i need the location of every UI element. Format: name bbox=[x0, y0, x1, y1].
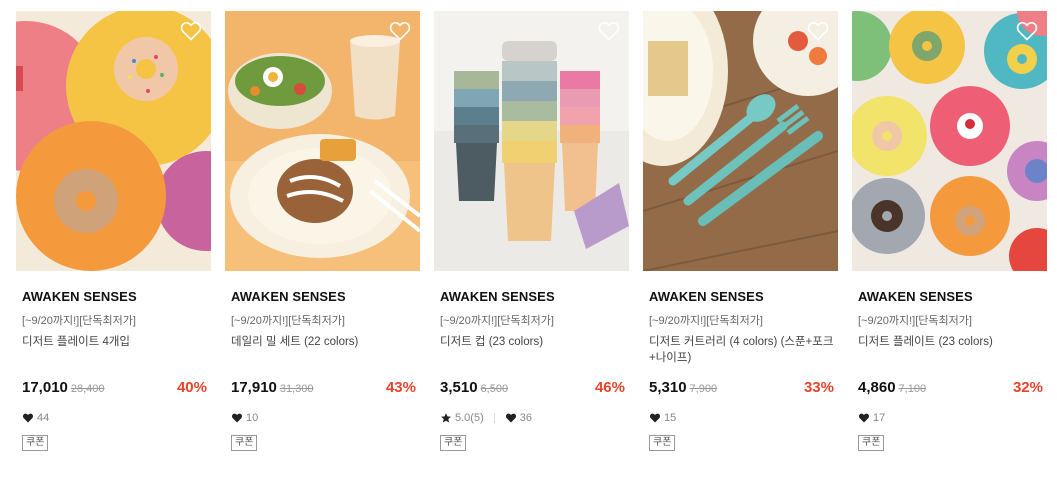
brand-name[interactable]: AWAKEN SENSES bbox=[852, 289, 1047, 305]
price-row: 4,860 7,100 32% bbox=[852, 379, 1047, 399]
like-count: 17 bbox=[873, 412, 886, 424]
product-meta: 15 bbox=[643, 411, 838, 425]
cutlery-image bbox=[643, 11, 838, 271]
product-grid: AWAKEN SENSES [~9/20까지!][단독최저가] 디저트 플레이트… bbox=[16, 11, 1047, 491]
brand-name[interactable]: AWAKEN SENSES bbox=[225, 289, 420, 305]
price-row: 17,910 31,300 43% bbox=[225, 379, 420, 399]
donut-plates-image bbox=[16, 11, 211, 271]
coupon-badge: 쿠폰 bbox=[440, 435, 467, 451]
wishlist-heart-icon[interactable] bbox=[388, 19, 412, 43]
meta-divider bbox=[493, 413, 495, 423]
product-card[interactable]: AWAKEN SENSES [~9/20까지!][단독최저가] 디저트 플레이트… bbox=[16, 11, 211, 481]
coupon-badge: 쿠폰 bbox=[231, 435, 258, 451]
discount-rate: 32% bbox=[1012, 379, 1043, 396]
meal-set-image bbox=[225, 11, 420, 271]
price-row: 5,310 7,900 33% bbox=[643, 379, 838, 399]
heart-filled-icon bbox=[22, 412, 34, 424]
wishlist-heart-icon[interactable] bbox=[1015, 19, 1039, 43]
product-image[interactable] bbox=[643, 11, 838, 271]
heart-filled-icon bbox=[858, 412, 870, 424]
heart-filled-icon bbox=[231, 412, 243, 424]
wishlist-heart-icon[interactable] bbox=[179, 19, 203, 43]
brand-name[interactable]: AWAKEN SENSES bbox=[16, 289, 211, 305]
star-icon bbox=[440, 412, 452, 424]
like-count: 15 bbox=[664, 412, 677, 424]
product-name[interactable]: 디저트 커트러리 (4 colors) (스푼+포크+나이프) bbox=[643, 334, 838, 370]
like-count: 10 bbox=[246, 412, 259, 424]
heart-filled-icon bbox=[649, 412, 661, 424]
product-image[interactable] bbox=[16, 11, 211, 271]
sale-price: 5,310 bbox=[649, 379, 687, 396]
promo-text: [~9/20까지!][단독최저가] bbox=[858, 315, 972, 327]
product-card[interactable]: AWAKEN SENSES [~9/20까지!][단독최저가] 디저트 컵 (2… bbox=[434, 11, 629, 481]
promo-text: [~9/20까지!][단독최저가] bbox=[649, 315, 763, 327]
coupon-badge: 쿠폰 bbox=[649, 435, 676, 451]
price-row: 17,010 28,400 40% bbox=[16, 379, 211, 399]
product-name[interactable]: 디저트 플레이트 4개입 bbox=[16, 334, 211, 370]
original-price: 7,900 bbox=[689, 383, 718, 395]
wishlist-heart-icon[interactable] bbox=[597, 19, 621, 43]
original-price: 31,300 bbox=[279, 383, 314, 395]
product-name[interactable]: 디저트 컵 (23 colors) bbox=[434, 334, 629, 370]
coupon-badge: 쿠폰 bbox=[858, 435, 885, 451]
discount-rate: 33% bbox=[803, 379, 834, 396]
brand-name[interactable]: AWAKEN SENSES bbox=[643, 289, 838, 305]
coupon-badge: 쿠폰 bbox=[22, 435, 49, 451]
like-count: 36 bbox=[519, 412, 532, 424]
product-card[interactable]: AWAKEN SENSES [~9/20까지!][단독최저가] 데일리 밀 세트… bbox=[225, 11, 420, 481]
wishlist-heart-icon[interactable] bbox=[806, 19, 830, 43]
brand-name[interactable]: AWAKEN SENSES bbox=[434, 289, 629, 305]
heart-filled-icon bbox=[505, 412, 517, 424]
discount-rate: 46% bbox=[594, 379, 625, 396]
discount-rate: 40% bbox=[176, 379, 207, 396]
product-card[interactable]: AWAKEN SENSES [~9/20까지!][단독최저가] 디저트 플레이트… bbox=[852, 11, 1047, 481]
sale-price: 3,510 bbox=[440, 379, 478, 396]
product-meta: 5.0(5) 36 bbox=[434, 411, 629, 425]
product-meta: 10 bbox=[225, 411, 420, 425]
original-price: 7,100 bbox=[898, 383, 927, 395]
product-meta: 44 bbox=[16, 411, 211, 425]
like-count: 44 bbox=[37, 412, 50, 424]
discount-rate: 43% bbox=[385, 379, 416, 396]
product-image[interactable] bbox=[225, 11, 420, 271]
product-image[interactable] bbox=[852, 11, 1047, 271]
rating-score: 5.0(5) bbox=[455, 412, 484, 424]
promo-text: [~9/20까지!][단독최저가] bbox=[22, 315, 136, 327]
product-name[interactable]: 데일리 밀 세트 (22 colors) bbox=[225, 334, 420, 370]
product-image[interactable] bbox=[434, 11, 629, 271]
price-row: 3,510 6,500 46% bbox=[434, 379, 629, 399]
promo-text: [~9/20까지!][단독최저가] bbox=[440, 315, 554, 327]
promo-text: [~9/20까지!][단독최저가] bbox=[231, 315, 345, 327]
product-meta: 17 bbox=[852, 411, 1047, 425]
sale-price: 17,910 bbox=[231, 379, 277, 396]
original-price: 28,400 bbox=[70, 383, 105, 395]
colorful-plates-image bbox=[852, 11, 1047, 271]
product-name[interactable]: 디저트 플레이트 (23 colors) bbox=[852, 334, 1047, 370]
sale-price: 4,860 bbox=[858, 379, 896, 396]
original-price: 6,500 bbox=[480, 383, 509, 395]
stacked-cups-image bbox=[434, 11, 629, 271]
product-card[interactable]: AWAKEN SENSES [~9/20까지!][단독최저가] 디저트 커트러리… bbox=[643, 11, 838, 481]
sale-price: 17,010 bbox=[22, 379, 68, 396]
